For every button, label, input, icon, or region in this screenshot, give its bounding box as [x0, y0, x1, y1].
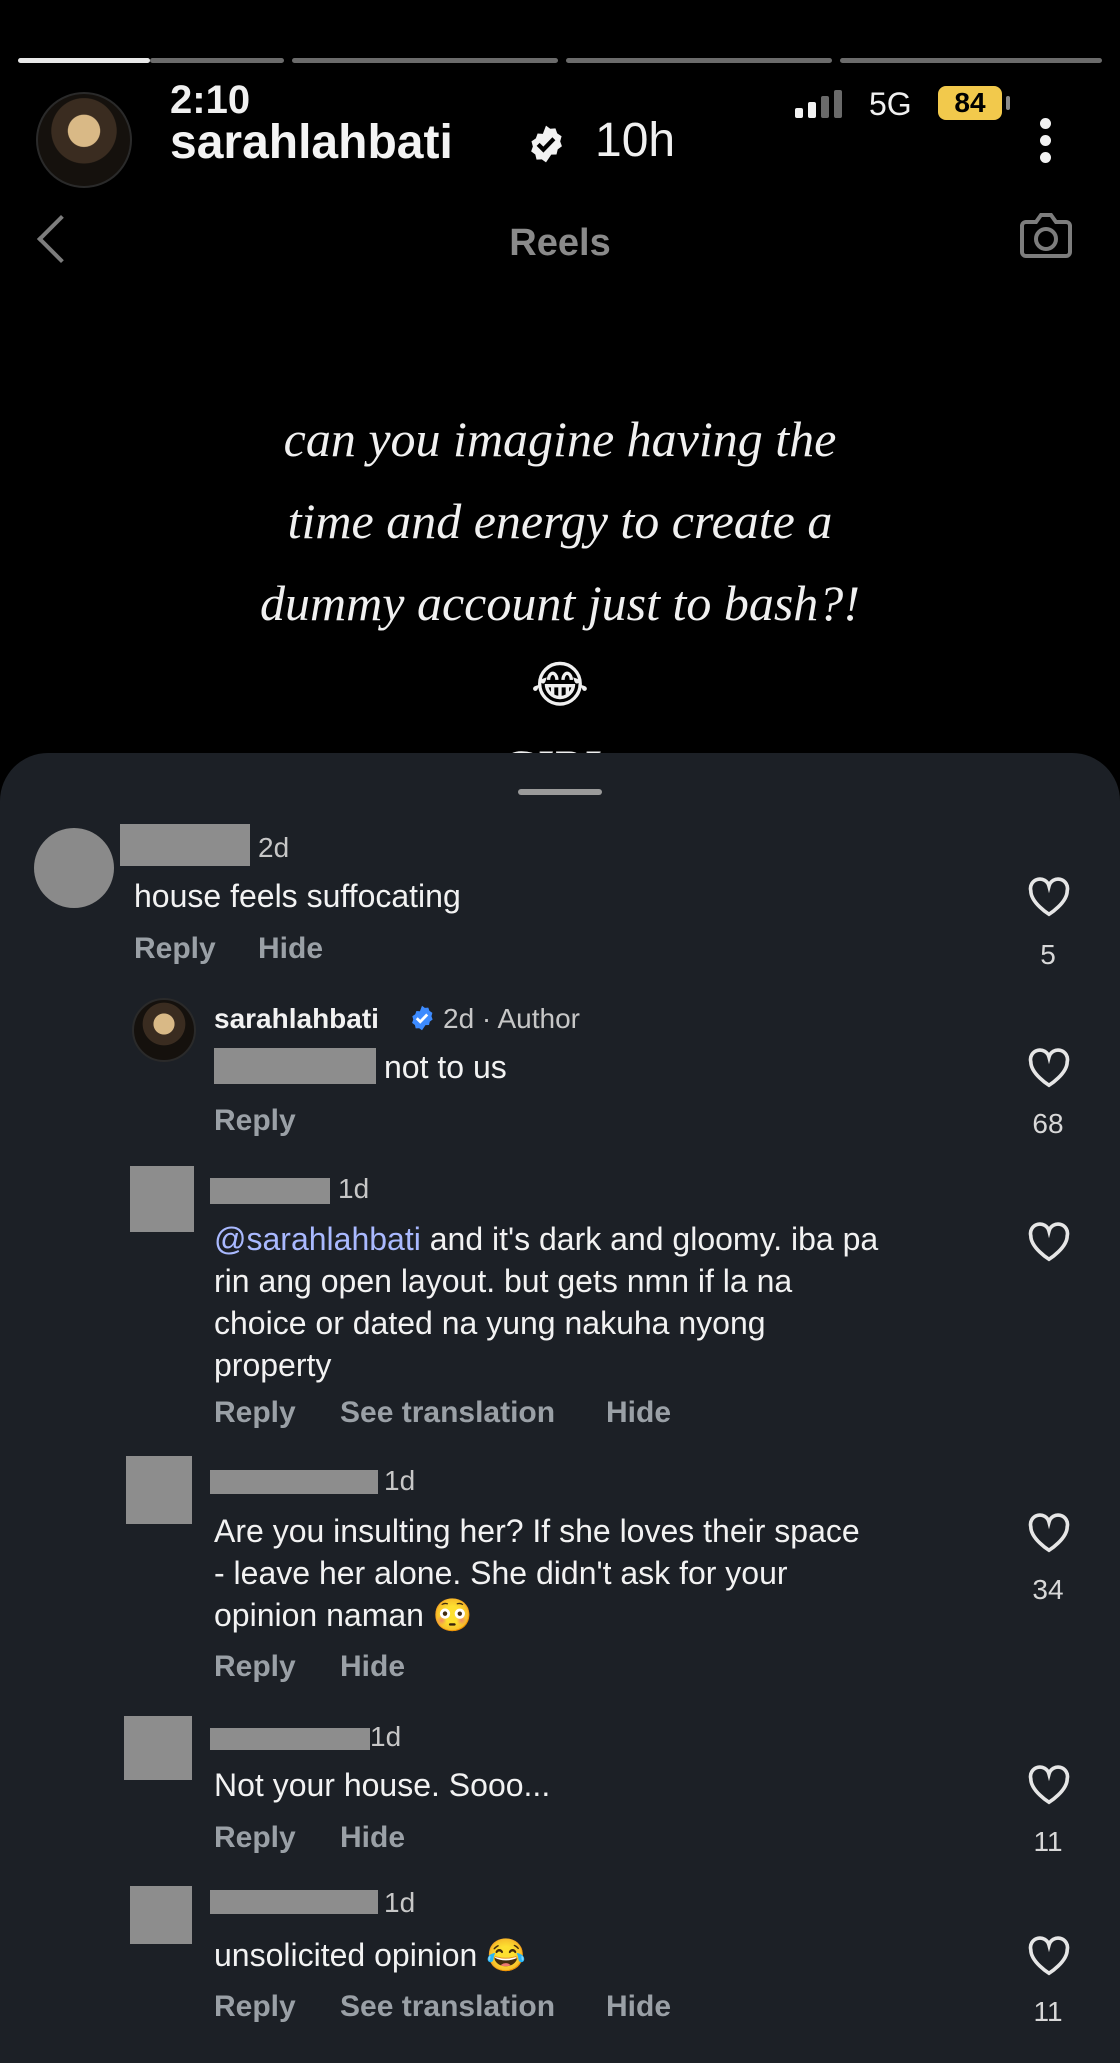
profile-avatar[interactable]: [36, 92, 132, 188]
story-progress-segment: [292, 58, 558, 63]
hide-button[interactable]: Hide: [340, 1650, 405, 1684]
comment-time: 1d: [384, 1465, 416, 1496]
comment-text: @sarahlahbati and it's dark and gloomy. …: [214, 1218, 1004, 1386]
redacted-mention: [214, 1048, 376, 1084]
comment-line: - leave her alone. She didn't ask for yo…: [214, 1555, 788, 1591]
page-title: Reels: [509, 222, 611, 264]
verified-badge-icon: [412, 1005, 433, 1031]
laughing-emoji: 😂: [530, 656, 590, 714]
hide-button[interactable]: Hide: [606, 1990, 671, 2024]
like-count: 11: [1033, 1996, 1063, 2027]
reply-button[interactable]: Reply: [134, 932, 216, 966]
like-heart-icon[interactable]: [1027, 877, 1071, 917]
see-translation-button[interactable]: See translation: [340, 1990, 555, 2024]
reply-button[interactable]: Reply: [214, 1104, 296, 1138]
like-heart-icon[interactable]: [1027, 1513, 1071, 1553]
like-count: 5: [1040, 939, 1056, 970]
reply-button[interactable]: Reply: [214, 1821, 296, 1855]
hide-button[interactable]: Hide: [606, 1396, 671, 1430]
story-progress-segment: [840, 58, 1102, 63]
redacted-username: [210, 1890, 378, 1914]
commenter-avatar[interactable]: [34, 828, 114, 908]
comment-line: choice or dated na yung nakuha nyong: [214, 1305, 766, 1341]
verified-badge-icon: [531, 125, 562, 163]
comment-time: 2d: [258, 832, 290, 863]
battery-tip: [1006, 96, 1010, 110]
reply-button[interactable]: Reply: [214, 1396, 296, 1430]
comment-time: 1d: [384, 1887, 416, 1918]
story-username[interactable]: sarahlahbati: [170, 118, 453, 168]
redacted-username: [210, 1728, 370, 1750]
comment-line: property: [214, 1347, 332, 1383]
like-heart-icon[interactable]: [1027, 1936, 1071, 1976]
redacted-username: [210, 1178, 330, 1204]
reply-button[interactable]: Reply: [214, 1990, 296, 2024]
commenter-avatar-redacted[interactable]: [126, 1456, 192, 1524]
story-progress-segment: [18, 58, 150, 63]
comment-line: Are you insulting her? If she loves thei…: [214, 1513, 860, 1549]
redacted-username: [210, 1470, 378, 1494]
comment-time: 1d: [370, 1721, 402, 1752]
comment-time: 2d · Author: [443, 1003, 580, 1034]
hide-button[interactable]: Hide: [340, 1821, 405, 1855]
redacted-username: [120, 824, 250, 866]
more-options-icon[interactable]: [1037, 112, 1053, 169]
comment-line: opinion naman 😳: [214, 1597, 473, 1633]
story-progress-segment: [566, 58, 832, 63]
comment-text: Not your house. Sooo...: [214, 1767, 551, 1803]
hide-button[interactable]: Hide: [258, 932, 323, 966]
story-progress-segment: [150, 58, 284, 63]
signal-icon: [795, 90, 842, 118]
comment-text: not to us: [384, 1049, 507, 1085]
comment-text: house feels suffocating: [134, 878, 461, 914]
comment-line: rin ang open layout. but gets nmn if la …: [214, 1263, 793, 1299]
caption-line: dummy account just to bash?!: [260, 575, 860, 631]
mention-link[interactable]: @sarahlahbati: [214, 1221, 421, 1257]
commenter-avatar-redacted[interactable]: [124, 1716, 192, 1780]
see-translation-button[interactable]: See translation: [340, 1396, 555, 1430]
comment-username[interactable]: sarahlahbati: [214, 1002, 379, 1036]
like-heart-icon[interactable]: [1027, 1222, 1071, 1262]
comment-text: unsolicited opinion 😂: [214, 1937, 527, 1973]
comment-time: 1d: [338, 1173, 370, 1204]
comment-line: and it's dark and gloomy. iba pa: [420, 1221, 879, 1257]
commenter-avatar-redacted[interactable]: [130, 1886, 192, 1944]
story-time: 10h: [595, 114, 676, 167]
like-heart-icon[interactable]: [1027, 1765, 1071, 1805]
battery-indicator: 84: [938, 86, 1002, 120]
author-avatar[interactable]: [132, 998, 196, 1062]
like-count: 34: [1032, 1574, 1064, 1605]
like-heart-icon[interactable]: [1027, 1048, 1071, 1088]
caption-line: time and energy to create a: [287, 493, 833, 549]
commenter-avatar-redacted[interactable]: [130, 1166, 194, 1232]
story-caption: can you imagine having the time and ener…: [150, 398, 970, 808]
camera-icon[interactable]: [1018, 212, 1074, 260]
like-count: 11: [1033, 1826, 1063, 1857]
like-count: 68: [1032, 1108, 1064, 1139]
drag-handle[interactable]: [518, 789, 602, 795]
reply-button[interactable]: Reply: [214, 1650, 296, 1684]
network-label: 5G: [869, 86, 912, 122]
caption-line: can you imagine having the: [283, 411, 837, 467]
comment-text: Are you insulting her? If she loves thei…: [214, 1510, 1004, 1636]
status-clock: 2:10: [170, 78, 251, 122]
